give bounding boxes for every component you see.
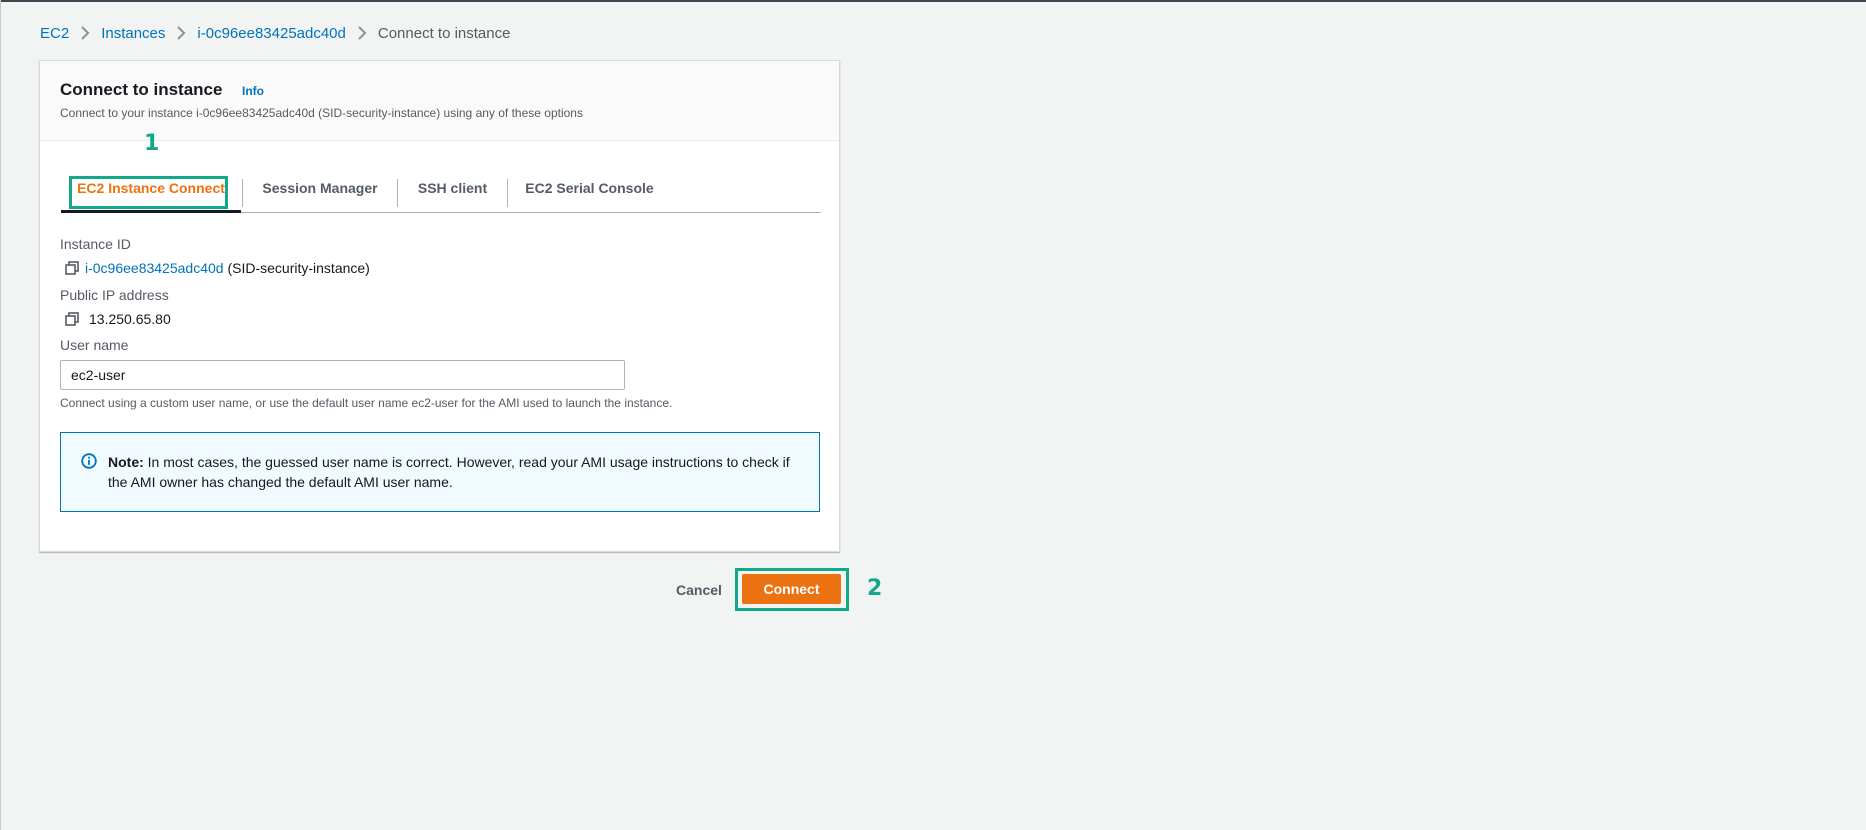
- breadcrumb: EC2 Instances i-0c96ee83425adc40d Connec…: [40, 23, 510, 43]
- instance-name: (SID-security-instance): [223, 260, 370, 276]
- chevron-right-icon: [165, 23, 197, 43]
- panel-description: Connect to your instance i-0c96ee83425ad…: [60, 106, 583, 120]
- breadcrumb-item-ec2[interactable]: EC2: [40, 25, 69, 42]
- cancel-button[interactable]: Cancel: [670, 577, 728, 602]
- window-left-border: [0, 0, 1, 830]
- breadcrumb-item-instances[interactable]: Instances: [101, 25, 165, 42]
- page-title: Connect to instance: [60, 80, 223, 99]
- connection-tabs: EC2 Instance Connect Session Manager SSH…: [61, 163, 821, 213]
- tab-ec2-instance-connect[interactable]: EC2 Instance Connect: [61, 163, 241, 213]
- alert-message: Note: In most cases, the guessed user na…: [108, 452, 808, 492]
- alert-note-label: Note:: [108, 454, 144, 470]
- copy-icon[interactable]: [64, 311, 80, 327]
- tab-ec2-serial-console[interactable]: EC2 Serial Console: [508, 163, 671, 212]
- panel-header: Connect to instance Info Connect to your…: [40, 61, 839, 141]
- tab-label: EC2 Serial Console: [525, 179, 654, 196]
- public-ip-label: Public IP address: [60, 287, 169, 303]
- info-alert: Note: In most cases, the guessed user na…: [60, 432, 820, 512]
- tab-label: Session Manager: [262, 179, 378, 196]
- tab-label: SSH client: [417, 179, 488, 196]
- copy-icon[interactable]: [64, 260, 80, 276]
- annotation-step-2: 2: [867, 576, 883, 601]
- breadcrumb-current-page: Connect to instance: [377, 24, 511, 42]
- instance-id-value: i-0c96ee83425adc40d (SID-security-instan…: [64, 260, 370, 276]
- public-ip-text: 13.250.65.80: [89, 311, 171, 327]
- tab-session-manager[interactable]: Session Manager: [243, 163, 397, 212]
- instance-id-link[interactable]: i-0c96ee83425adc40d: [85, 260, 224, 276]
- connect-panel: Connect to instance Info Connect to your…: [39, 60, 840, 552]
- info-icon: [81, 453, 97, 469]
- tab-ssh-client[interactable]: SSH client: [398, 163, 507, 212]
- public-ip-value: 13.250.65.80: [64, 311, 171, 327]
- user-name-label: User name: [60, 337, 129, 353]
- tab-label: EC2 Instance Connect: [77, 179, 225, 196]
- breadcrumb-item-instance-id[interactable]: i-0c96ee83425adc40d: [197, 25, 345, 42]
- user-name-help: Connect using a custom user name, or use…: [60, 396, 673, 410]
- user-name-input[interactable]: [60, 360, 625, 390]
- alert-body: In most cases, the guessed user name is …: [108, 454, 794, 490]
- connect-button[interactable]: Connect: [742, 574, 841, 604]
- chevron-right-icon: [69, 23, 101, 43]
- instance-id-label: Instance ID: [60, 236, 131, 252]
- annotation-step-1: 1: [144, 131, 160, 156]
- window-top-border: [0, 0, 1866, 2]
- info-link[interactable]: Info: [242, 84, 264, 98]
- chevron-right-icon: [346, 23, 378, 43]
